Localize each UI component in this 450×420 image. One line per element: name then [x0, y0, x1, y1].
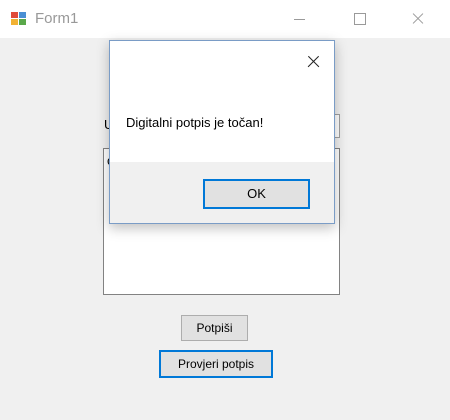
- window-title: Form1: [35, 10, 79, 27]
- dialog-footer: OK: [110, 162, 334, 223]
- close-icon[interactable]: [395, 0, 441, 38]
- ok-button[interactable]: OK: [203, 179, 310, 209]
- sign-button[interactable]: Potpiši: [181, 315, 248, 341]
- minimize-icon[interactable]: [277, 0, 323, 38]
- verify-signature-button[interactable]: Provjeri potpis: [159, 350, 273, 378]
- maximize-icon[interactable]: [336, 0, 382, 38]
- title-bar: Form1: [0, 0, 450, 38]
- dialog-close-icon[interactable]: [306, 54, 322, 70]
- app-icon: [11, 12, 27, 26]
- message-box: Digitalni potpis je točan! OK: [109, 40, 335, 224]
- dialog-message: Digitalni potpis je točan!: [126, 115, 264, 130]
